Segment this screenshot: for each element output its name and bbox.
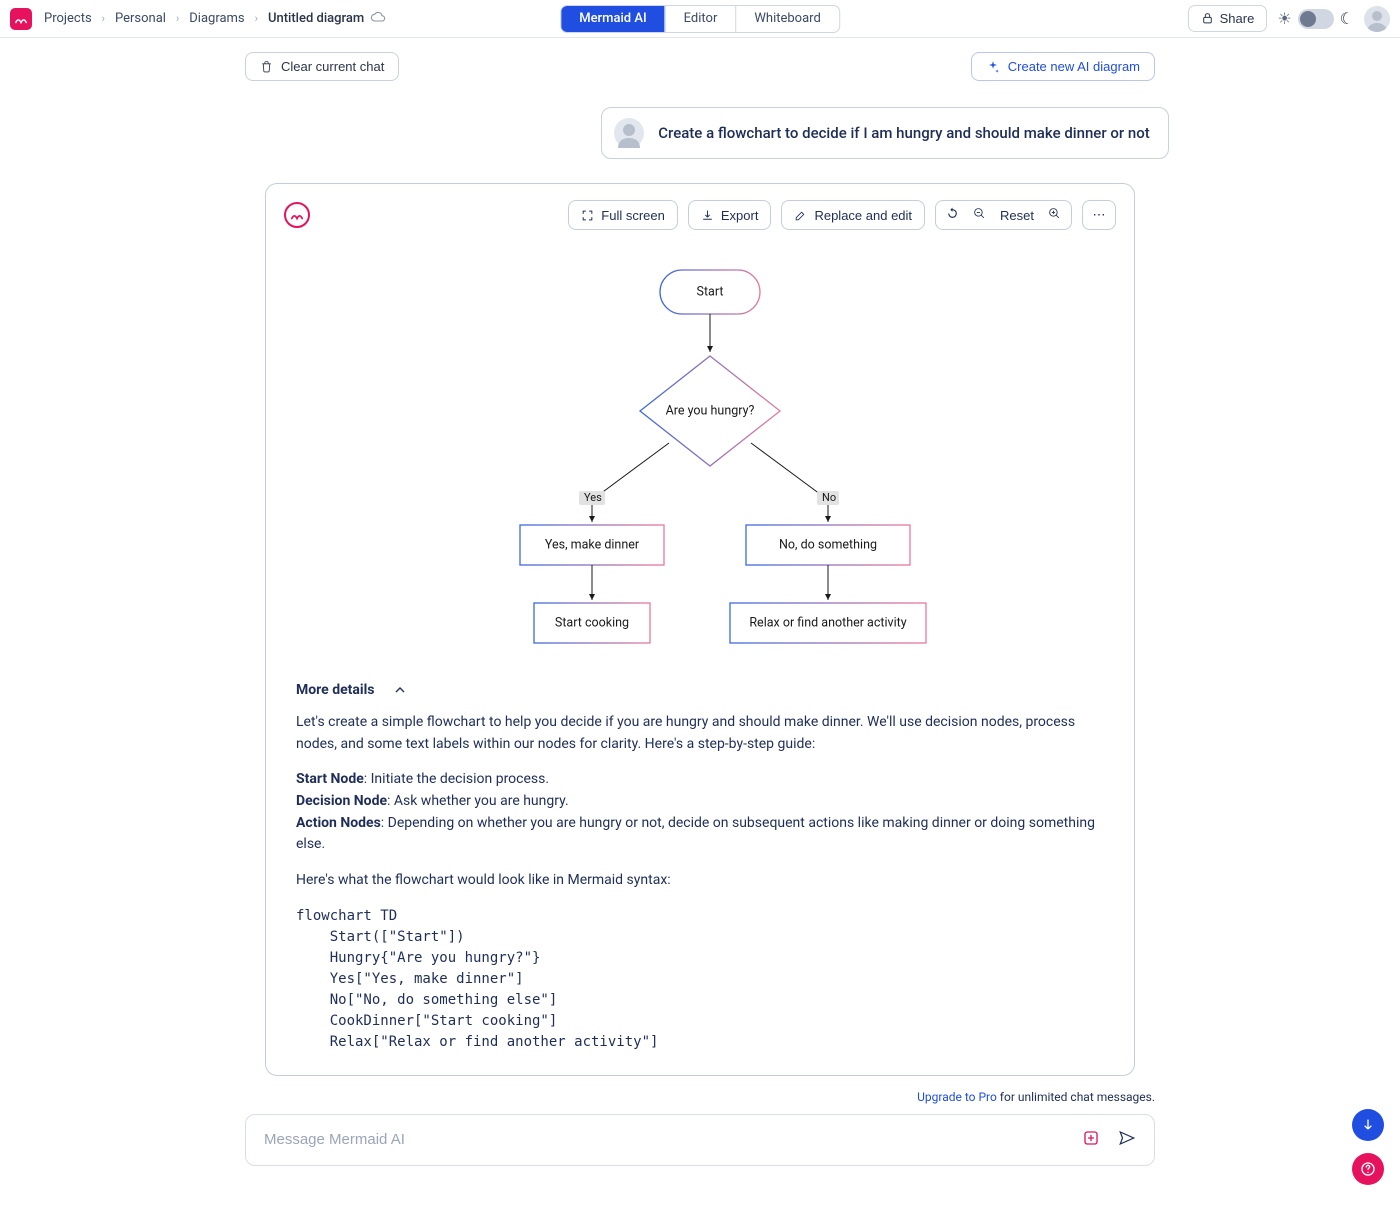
flow-edge-yes: Yes <box>584 491 602 504</box>
breadcrumb-projects[interactable]: Projects <box>44 11 92 26</box>
upgrade-note: Upgrade to Pro for unlimited chat messag… <box>245 1090 1155 1104</box>
more-details-toggle[interactable]: More details <box>296 682 1104 698</box>
chevron-right-icon: › <box>102 12 105 25</box>
details-line-decision: Decision Node: Ask whether you are hungr… <box>296 791 1104 813</box>
diagram-toolbar: Full screen Export Replace and edit Rese… <box>568 200 1116 230</box>
code-block: flowchart TD Start(["Start"]) Hungry{"Ar… <box>296 906 1104 1053</box>
fullscreen-button[interactable]: Full screen <box>568 200 678 230</box>
trash-icon <box>260 60 273 73</box>
tab-mermaid-ai[interactable]: Mermaid AI <box>561 6 665 32</box>
topbar-right: Share ☀ ☾ <box>1188 5 1390 32</box>
message-input-bar <box>245 1114 1155 1166</box>
chevron-right-icon: › <box>255 12 258 25</box>
share-button[interactable]: Share <box>1188 5 1268 32</box>
breadcrumb-diagrams[interactable]: Diagrams <box>189 11 244 26</box>
flow-node-start: Start <box>697 284 724 299</box>
theme-toggle[interactable]: ☀ ☾ <box>1277 9 1354 29</box>
main-area: Clear current chat Create new AI diagram… <box>0 38 1400 1166</box>
user-avatar[interactable] <box>1364 6 1390 32</box>
chevron-up-icon <box>392 682 408 698</box>
flow-node-yes-action: Yes, make dinner <box>545 537 640 552</box>
mermaid-logo-icon <box>284 202 310 228</box>
details-intro: Let's create a simple flowchart to help … <box>296 712 1104 755</box>
breadcrumb-personal[interactable]: Personal <box>115 11 166 26</box>
app-logo[interactable] <box>10 8 32 30</box>
zoom-in-icon[interactable] <box>1048 207 1061 223</box>
top-bar: Projects › Personal › Diagrams › Untitle… <box>0 0 1400 38</box>
replace-edit-button[interactable]: Replace and edit <box>781 200 925 230</box>
details-line-action: Action Nodes: Depending on whether you a… <box>296 813 1104 856</box>
cloud-sync-icon <box>370 9 386 29</box>
user-avatar-small <box>614 118 644 148</box>
more-options-button[interactable]: ⋯ <box>1082 200 1116 230</box>
help-icon <box>1360 1161 1376 1177</box>
reset-label[interactable]: Reset <box>1000 208 1034 223</box>
upgrade-link[interactable]: Upgrade to Pro <box>917 1090 997 1104</box>
document-title[interactable]: Untitled diagram <box>268 9 386 29</box>
sparkle-icon <box>986 60 1000 74</box>
zoom-out-icon[interactable] <box>973 207 986 223</box>
flowchart-canvas[interactable]: Start Are you hungry? Yes No Yes, make d… <box>266 240 1134 670</box>
theme-switch[interactable] <box>1298 9 1334 29</box>
sun-icon: ☀ <box>1277 9 1291 28</box>
ai-response-card: Full screen Export Replace and edit Rese… <box>265 183 1135 1076</box>
export-button[interactable]: Export <box>688 200 772 230</box>
user-message: Create a flowchart to decide if I am hun… <box>601 107 1169 159</box>
chat-top-actions: Clear current chat Create new AI diagram <box>245 52 1155 81</box>
flow-node-relax: Relax or find another activity <box>749 615 906 630</box>
flow-node-no-action: No, do something <box>779 537 877 552</box>
clear-chat-button[interactable]: Clear current chat <box>245 52 399 81</box>
scroll-down-button[interactable] <box>1352 1109 1384 1141</box>
details-body: Let's create a simple flowchart to help … <box>296 712 1104 1053</box>
flow-edge-no: No <box>822 491 836 504</box>
details-line-start: Start Node: Initiate the decision proces… <box>296 769 1104 791</box>
details-syntax-intro: Here's what the flowchart would look lik… <box>296 870 1104 892</box>
create-new-diagram-button[interactable]: Create new AI diagram <box>971 52 1155 81</box>
flow-node-decision: Are you hungry? <box>666 403 755 418</box>
flow-node-cook: Start cooking <box>555 615 629 630</box>
help-button[interactable] <box>1352 1153 1384 1185</box>
fullscreen-icon <box>581 209 594 222</box>
reset-view-icon[interactable] <box>946 207 959 223</box>
download-icon <box>701 209 714 222</box>
tab-whiteboard[interactable]: Whiteboard <box>736 6 838 32</box>
moon-icon: ☾ <box>1340 9 1354 28</box>
user-message-text: Create a flowchart to decide if I am hun… <box>658 124 1150 142</box>
arrow-down-icon <box>1360 1117 1376 1133</box>
lock-icon <box>1201 12 1214 25</box>
attachment-icon[interactable] <box>1082 1129 1100 1151</box>
message-input[interactable] <box>264 1131 1082 1148</box>
view-tabs: Mermaid AI Editor Whiteboard <box>560 5 840 33</box>
send-button[interactable] <box>1118 1129 1136 1151</box>
response-header: Full screen Export Replace and edit Rese… <box>266 184 1134 240</box>
chevron-right-icon: › <box>176 12 179 25</box>
zoom-controls: Reset <box>935 200 1072 230</box>
breadcrumbs: Projects › Personal › Diagrams › Untitle… <box>44 9 386 29</box>
tab-editor[interactable]: Editor <box>666 6 737 32</box>
details-section: More details Let's create a simple flowc… <box>266 670 1134 1075</box>
edit-icon <box>794 209 807 222</box>
ellipsis-icon: ⋯ <box>1093 207 1106 223</box>
